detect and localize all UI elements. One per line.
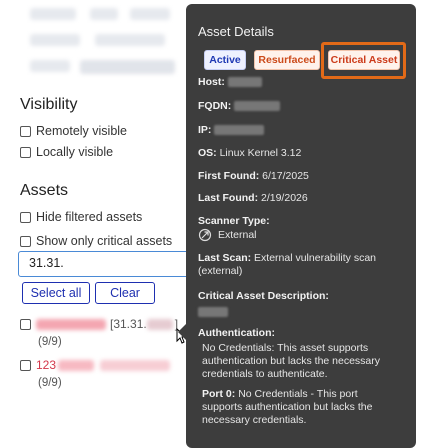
scanner-type-label: Scanner Type:	[198, 215, 270, 227]
hide-filtered-checkbox[interactable]	[20, 211, 31, 223]
redacted-block	[130, 8, 170, 20]
auth-line: credentials to authenticate.	[202, 368, 328, 380]
fqdn-field: FQDN:	[198, 100, 281, 112]
last-scan-value: External vulnerability scan	[254, 252, 377, 264]
show-critical-checkbox[interactable]	[20, 235, 31, 247]
assets-title: Assets	[20, 182, 69, 199]
os-field: OS: Linux Kernel 3.12	[198, 147, 301, 159]
critical-desc-value-field	[198, 306, 228, 318]
asset-details-popover: Asset Details Active Resurfaced Critical…	[186, 4, 416, 448]
locally-visible-option[interactable]: Locally visible	[20, 145, 113, 159]
show-critical-option[interactable]: Show only critical assets	[20, 234, 172, 248]
last-scan-field-line2: (external)	[198, 265, 242, 277]
asset-name: 123	[36, 358, 57, 372]
locally-visible-checkbox[interactable]	[20, 146, 31, 158]
scanner-type-value-field: External	[198, 228, 257, 242]
status-badge-critical: Critical Asset	[328, 50, 400, 70]
last-scan-field: Last Scan: External vulnerability scan	[198, 252, 376, 264]
port-line: No Credentials - This port	[238, 388, 358, 400]
os-label: OS:	[198, 147, 217, 159]
port-description: Port 0: No Credentials - This port suppo…	[202, 388, 408, 427]
list-item[interactable]: 123	[20, 358, 171, 372]
select-all-button[interactable]: Select all	[22, 282, 90, 304]
auth-label-field: Authentication:	[198, 327, 275, 339]
asset-checkbox[interactable]	[20, 318, 31, 330]
popover-title: Asset Details	[198, 24, 274, 39]
first-found-value: 6/17/2025	[262, 170, 309, 182]
last-scan-label: Last Scan:	[198, 252, 252, 264]
remotely-visible-checkbox[interactable]	[20, 125, 31, 137]
external-scan-icon	[198, 228, 212, 242]
option-label: Show only critical assets	[36, 234, 173, 248]
redacted-ip	[214, 125, 265, 136]
option-label: Remotely visible	[36, 124, 128, 138]
auth-line: authentication but lacks the necessary	[202, 355, 381, 367]
host-field: Host:	[198, 76, 262, 88]
status-badge-active: Active	[204, 50, 246, 70]
redacted-block	[30, 34, 80, 46]
last-found-value: 2/19/2026	[261, 192, 308, 204]
critical-desc-field: Critical Asset Description:	[198, 290, 329, 302]
option-label: Hide filtered assets	[36, 210, 143, 224]
redacted-host	[227, 77, 262, 88]
redacted-block	[95, 34, 165, 46]
ip-label: IP:	[198, 124, 212, 136]
auth-line: No Credentials: This asset supports	[202, 342, 369, 354]
scanner-type-label-field: Scanner Type:	[198, 215, 270, 227]
host-label: Host:	[198, 76, 225, 88]
auth-description: No Credentials: This asset supports auth…	[202, 342, 408, 381]
visibility-title: Visibility	[20, 96, 78, 113]
first-found-field: First Found: 6/17/2025	[198, 170, 309, 182]
redacted-ip	[100, 359, 171, 371]
last-scan-value-cont: (external)	[198, 265, 243, 277]
last-found-label: Last Found:	[198, 192, 259, 204]
redacted-name	[36, 318, 106, 330]
redacted-block	[30, 60, 70, 72]
redacted-block	[90, 8, 118, 20]
option-label: Locally visible	[36, 145, 114, 159]
asset-filter-input[interactable]: 31.31.	[18, 251, 198, 277]
popover-arrow	[178, 324, 186, 340]
asset-checkbox[interactable]	[20, 359, 31, 371]
filter-panel: Visibility Remotely visible Locally visi…	[0, 0, 198, 448]
os-value: Linux Kernel 3.12	[219, 147, 302, 159]
list-item[interactable]: [31.31. ]	[20, 317, 178, 331]
redacted-fqdn	[234, 101, 281, 112]
redacted-name	[58, 359, 95, 371]
fqdn-label: FQDN:	[198, 100, 232, 112]
redacted-block	[80, 60, 175, 74]
auth-label: Authentication:	[198, 327, 275, 339]
ip-field: IP:	[198, 124, 265, 136]
scanner-type-value: External	[218, 229, 257, 241]
redacted-ip	[146, 318, 173, 330]
hide-filtered-option[interactable]: Hide filtered assets	[20, 210, 142, 224]
asset-count: (9/9)	[38, 336, 62, 348]
redacted-block	[30, 8, 76, 20]
port-line: supports authentication but lacks the	[202, 401, 373, 413]
critical-desc-label: Critical Asset Description:	[198, 290, 329, 302]
status-badge-resurfaced: Resurfaced	[254, 50, 320, 70]
asset-ip: [31.31.	[110, 317, 147, 331]
redacted-description	[198, 307, 228, 318]
last-found-field: Last Found: 2/19/2026	[198, 192, 308, 204]
port-label: Port 0:	[202, 388, 236, 400]
clear-button[interactable]: Clear	[95, 282, 155, 304]
asset-count: (9/9)	[38, 377, 62, 389]
port-line: necessary credentials.	[202, 414, 307, 426]
remotely-visible-option[interactable]: Remotely visible	[20, 124, 127, 138]
first-found-label: First Found:	[198, 170, 260, 182]
